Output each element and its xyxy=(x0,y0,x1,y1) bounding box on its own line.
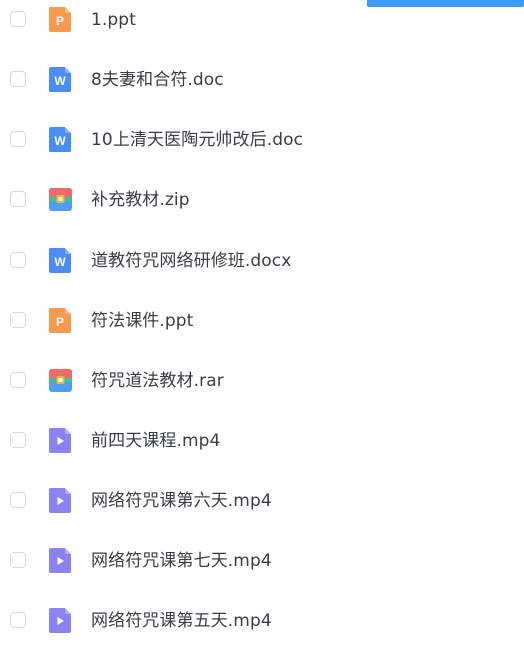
file-row[interactable]: 补充教材.zip xyxy=(0,170,524,230)
file-row[interactable]: 网络符咒课第七天.mp4 xyxy=(0,531,524,591)
file-name[interactable]: 符法课件.ppt xyxy=(91,310,193,332)
file-row[interactable]: P 符法课件.ppt xyxy=(0,291,524,351)
file-name[interactable]: 1.ppt xyxy=(91,9,136,31)
file-row[interactable]: W 8夫妻和合符.doc xyxy=(0,50,524,110)
file-row[interactable]: 前四天课程.mp4 xyxy=(0,411,524,471)
file-row[interactable]: 网络符咒课第五天.mp4 xyxy=(0,591,524,651)
video-play-icon xyxy=(48,547,73,574)
file-select-checkbox[interactable] xyxy=(10,612,26,628)
svg-text:P: P xyxy=(56,315,64,329)
file-select-checkbox[interactable] xyxy=(10,71,26,87)
word-doc-icon: W xyxy=(48,66,73,93)
file-name[interactable]: 符咒道法教材.rar xyxy=(91,370,224,392)
file-select-checkbox[interactable] xyxy=(10,191,26,207)
file-name[interactable]: 网络符咒课第六天.mp4 xyxy=(91,490,272,512)
file-select-checkbox[interactable] xyxy=(10,312,26,328)
file-select-checkbox[interactable] xyxy=(10,372,26,388)
file-row[interactable]: W 10上清天医陶元帅改后.doc xyxy=(0,110,524,170)
file-name[interactable]: 10上清天医陶元帅改后.doc xyxy=(91,129,303,151)
svg-text:W: W xyxy=(54,134,66,148)
file-select-checkbox[interactable] xyxy=(10,492,26,508)
svg-text:P: P xyxy=(56,14,64,28)
file-name[interactable]: 网络符咒课第五天.mp4 xyxy=(91,610,272,632)
file-row[interactable]: P 1.ppt xyxy=(0,0,524,50)
file-row[interactable]: 网络符咒课第六天.mp4 xyxy=(0,471,524,531)
ppt-file-icon: P xyxy=(48,307,73,334)
archive-zip-icon xyxy=(48,186,73,213)
file-select-checkbox[interactable] xyxy=(10,131,26,147)
file-select-checkbox[interactable] xyxy=(10,552,26,568)
file-select-checkbox[interactable] xyxy=(10,252,26,268)
file-row[interactable]: W 道教符咒网络研修班.docx xyxy=(0,231,524,291)
svg-text:W: W xyxy=(54,74,66,88)
file-name[interactable]: 补充教材.zip xyxy=(91,189,190,211)
video-play-icon xyxy=(48,427,73,454)
file-name[interactable]: 前四天课程.mp4 xyxy=(91,430,220,452)
file-select-checkbox[interactable] xyxy=(10,11,26,27)
file-name[interactable]: 8夫妻和合符.doc xyxy=(91,69,224,91)
file-name[interactable]: 道教符咒网络研修班.docx xyxy=(91,250,291,272)
video-play-icon xyxy=(48,607,73,634)
file-name[interactable]: 网络符咒课第七天.mp4 xyxy=(91,550,272,572)
ppt-file-icon: P xyxy=(48,6,73,33)
archive-rar-icon xyxy=(48,367,73,394)
file-row[interactable]: 符咒道法教材.rar xyxy=(0,351,524,411)
word-doc-icon: W xyxy=(48,126,73,153)
video-play-icon xyxy=(48,487,73,514)
file-select-checkbox[interactable] xyxy=(10,432,26,448)
word-doc-icon: W xyxy=(48,247,73,274)
svg-text:W: W xyxy=(54,255,66,269)
